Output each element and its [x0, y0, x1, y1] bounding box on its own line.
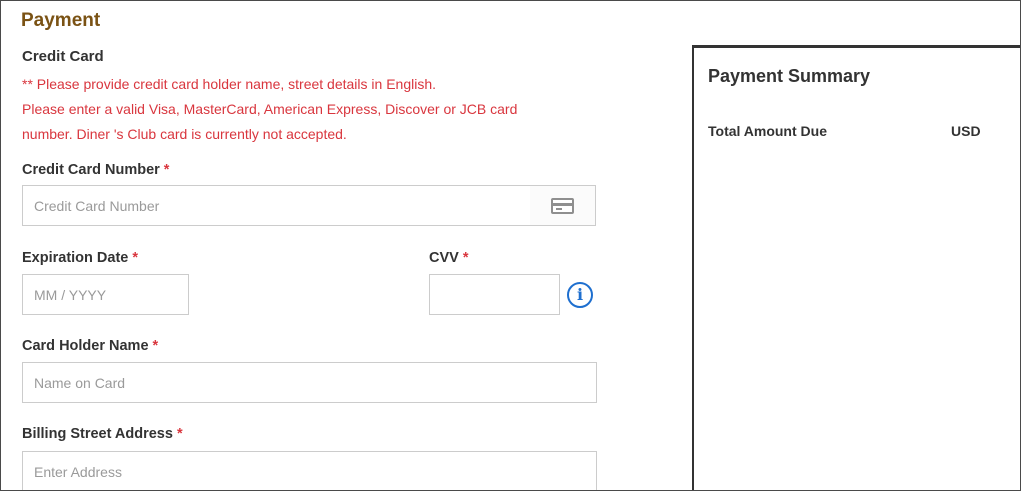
- expiration-input[interactable]: [22, 274, 189, 315]
- payment-summary-panel: Payment Summary Total Amount Due USD: [692, 45, 1020, 490]
- payment-page: Payment Credit Card ** Please provide cr…: [0, 0, 1021, 491]
- required-mark: *: [152, 338, 159, 354]
- holder-name-input[interactable]: [22, 362, 597, 403]
- info-icon[interactable]: i: [567, 282, 593, 308]
- summary-title: Payment Summary: [708, 66, 871, 86]
- card-number-label-text: Credit Card Number: [22, 162, 160, 178]
- cvv-input[interactable]: [429, 274, 560, 315]
- expiration-label: Expiration Date *: [22, 250, 138, 266]
- required-mark: *: [176, 426, 183, 442]
- billing-address-label-text: Billing Street Address: [22, 426, 173, 442]
- billing-address-label: Billing Street Address *: [22, 426, 183, 442]
- expiration-label-text: Expiration Date: [22, 250, 129, 266]
- credit-card-subtitle: Credit Card: [22, 48, 104, 65]
- cvv-label-text: CVV: [429, 250, 459, 266]
- card-number-input[interactable]: [22, 185, 531, 226]
- total-currency: USD: [951, 123, 981, 139]
- holder-name-label: Card Holder Name *: [22, 338, 158, 354]
- card-notice: ** Please provide credit card holder nam…: [22, 72, 602, 147]
- required-mark: *: [462, 250, 469, 266]
- cvv-label: CVV *: [429, 250, 468, 266]
- notice-line: number. Diner 's Club card is currently …: [22, 126, 347, 142]
- total-amount-label: Total Amount Due: [708, 123, 827, 139]
- notice-line: Please enter a valid Visa, MasterCard, A…: [22, 101, 518, 117]
- billing-address-input[interactable]: [22, 451, 597, 490]
- section-title: Payment: [21, 10, 101, 31]
- holder-name-label-text: Card Holder Name: [22, 338, 149, 354]
- card-icon-addon: [530, 185, 596, 226]
- required-mark: *: [132, 250, 139, 266]
- credit-card-icon: [551, 197, 574, 214]
- card-number-label: Credit Card Number *: [22, 162, 169, 178]
- required-mark: *: [163, 162, 170, 178]
- notice-line: ** Please provide credit card holder nam…: [22, 76, 436, 92]
